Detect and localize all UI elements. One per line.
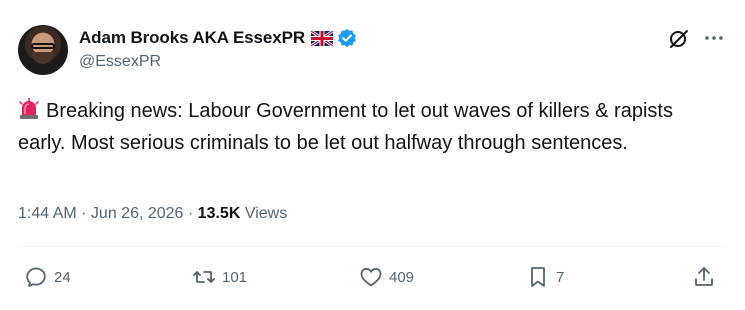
action-bar: 24 101 409 7: [0, 263, 745, 293]
avatar-glasses: [31, 43, 55, 49]
reply-count: 24: [54, 268, 71, 286]
more-icon[interactable]: [700, 27, 728, 49]
like-count: 409: [389, 268, 415, 286]
share-button[interactable]: [692, 263, 716, 291]
share-icon: [695, 267, 713, 286]
tweet-date[interactable]: Jun 26, 2026: [91, 205, 184, 223]
like-button[interactable]: 409: [359, 263, 414, 291]
bookmark-icon: [531, 267, 545, 287]
avatar[interactable]: [18, 25, 68, 75]
divider: [18, 246, 727, 247]
tweet-time[interactable]: 1:44 AM: [18, 205, 77, 223]
siren-emoji-icon: [18, 97, 40, 120]
views-label: Views: [240, 205, 288, 222]
reply-button[interactable]: 24: [24, 263, 71, 291]
verified-badge-icon[interactable]: [337, 28, 357, 48]
tweet-text: Breaking news: Labour Government to let …: [18, 100, 673, 154]
retweet-count: 101: [222, 268, 248, 286]
bookmark-button[interactable]: 7: [526, 263, 564, 291]
tweet-meta: 1:44 AM · Jun 26, 2026 · 13.5K Views: [18, 205, 287, 223]
retweet-icon: [193, 271, 215, 283]
meta-separator: ·: [76, 205, 91, 222]
retweet-button[interactable]: 101: [192, 263, 247, 291]
reply-icon: [26, 267, 46, 287]
views-count: 13.5K: [197, 205, 241, 222]
tweet-card: Adam Brooks AKA EssexPR @EssexPR Breakin…: [0, 0, 745, 310]
name-row: Adam Brooks AKA EssexPR: [79, 27, 357, 49]
display-name[interactable]: Adam Brooks AKA EssexPR: [79, 28, 305, 48]
avatar-beard: [32, 52, 54, 64]
handle[interactable]: @EssexPR: [79, 53, 161, 71]
meta-separator-2: ·: [183, 205, 198, 222]
bookmark-count: 7: [556, 268, 565, 286]
tweet-text-container: Breaking news: Labour Government to let …: [18, 95, 718, 159]
heart-icon: [360, 267, 382, 287]
uk-flag-icon: [310, 29, 334, 47]
grok-icon[interactable]: [668, 27, 690, 49]
